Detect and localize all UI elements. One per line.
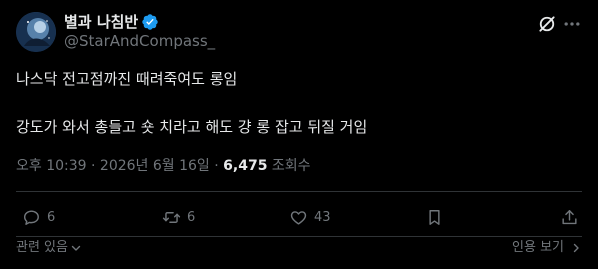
retweet-count: 6 [187,209,196,225]
divider [16,191,582,192]
share-icon [562,209,577,224]
view-quotes-link[interactable]: 인용 보기 [512,238,582,258]
bookmark-button[interactable] [425,206,444,228]
tweet-text-line-2: 강도가 와서 총들고 숏 치라고 해도 걍 롱 잡고 뒤질 거임 [16,118,368,136]
views-count: 6,475 [223,158,268,174]
reply-icon [23,209,39,225]
divider [16,236,582,237]
grok-icon[interactable] [537,14,557,34]
verified-badge-icon [141,13,159,31]
like-count: 43 [314,209,331,225]
retweet-icon [162,211,181,223]
author-display-name[interactable]: 별과 나침반 [64,12,138,32]
bookmark-icon [429,209,440,225]
author-name-row: 별과 나침반 [64,12,159,32]
tweet-timestamp[interactable]: 오후 10:39 · 2026년 6월 16일 · [16,158,223,174]
chevron-right-icon [573,243,579,253]
reply-button[interactable]: 6 [22,206,55,228]
like-button[interactable]: 43 [289,206,331,228]
chevron-down-icon [71,245,81,251]
related-toggle[interactable]: 관련 있음 [16,238,82,258]
quotes-label: 인용 보기 [512,240,564,255]
related-label: 관련 있음 [16,240,68,255]
tweet-text-line-1: 나스닥 전고점까진 때려죽여도 롱임 [16,70,238,88]
views-label: 조회수 [267,158,311,174]
share-button[interactable] [560,206,579,228]
author-handle[interactable]: @StarAndCompass_ [64,31,215,51]
retweet-button[interactable]: 6 [162,206,195,228]
avatar[interactable] [16,12,56,52]
more-options-icon[interactable] [562,14,582,34]
heart-icon [290,210,307,225]
reply-count: 6 [47,209,56,225]
tweet-card: 별과 나침반 @StarAndCompass_ 나스닥 전고점까진 때려죽여도 … [0,0,598,269]
tweet-meta: 오후 10:39 · 2026년 6월 16일 · 6,475 조회수 [16,156,311,176]
